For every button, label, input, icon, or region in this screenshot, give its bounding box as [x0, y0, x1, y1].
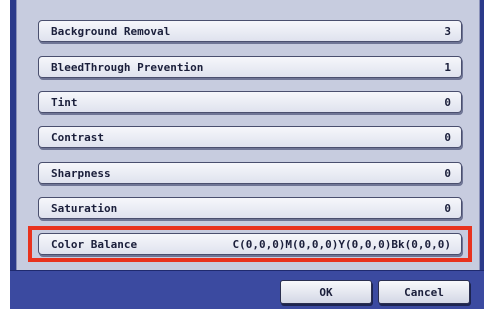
setting-value: 0	[444, 201, 451, 215]
setting-label: Background Removal	[51, 24, 171, 38]
setting-value: C(0,0,0)M(0,0,0)Y(0,0,0)Bk(0,0,0)	[232, 237, 451, 251]
setting-value: 0	[444, 130, 451, 144]
setting-value: 0	[444, 166, 451, 180]
setting-value: 3	[444, 24, 451, 38]
setting-label: Sharpness	[51, 166, 111, 180]
setting-bleedthrough-prevention[interactable]: BleedThrough Prevention 1	[38, 56, 462, 78]
setting-saturation[interactable]: Saturation 0	[38, 197, 462, 219]
setting-label: Tint	[51, 95, 78, 109]
setting-label: Saturation	[51, 201, 118, 215]
setting-value: 1	[444, 60, 451, 74]
setting-contrast[interactable]: Contrast 0	[38, 126, 462, 148]
setting-label: Color Balance	[51, 237, 138, 251]
setting-sharpness[interactable]: Sharpness 0	[38, 162, 462, 184]
cancel-button[interactable]: Cancel	[378, 280, 470, 304]
setting-label: Contrast	[51, 130, 104, 144]
setting-label: BleedThrough Prevention	[51, 60, 204, 74]
ok-button[interactable]: OK	[280, 280, 372, 304]
setting-value: 0	[444, 95, 451, 109]
setting-color-balance[interactable]: Color Balance C(0,0,0)M(0,0,0)Y(0,0,0)Bk…	[38, 233, 462, 255]
setting-tint[interactable]: Tint 0	[38, 91, 462, 113]
setting-background-removal[interactable]: Background Removal 3	[38, 20, 462, 42]
